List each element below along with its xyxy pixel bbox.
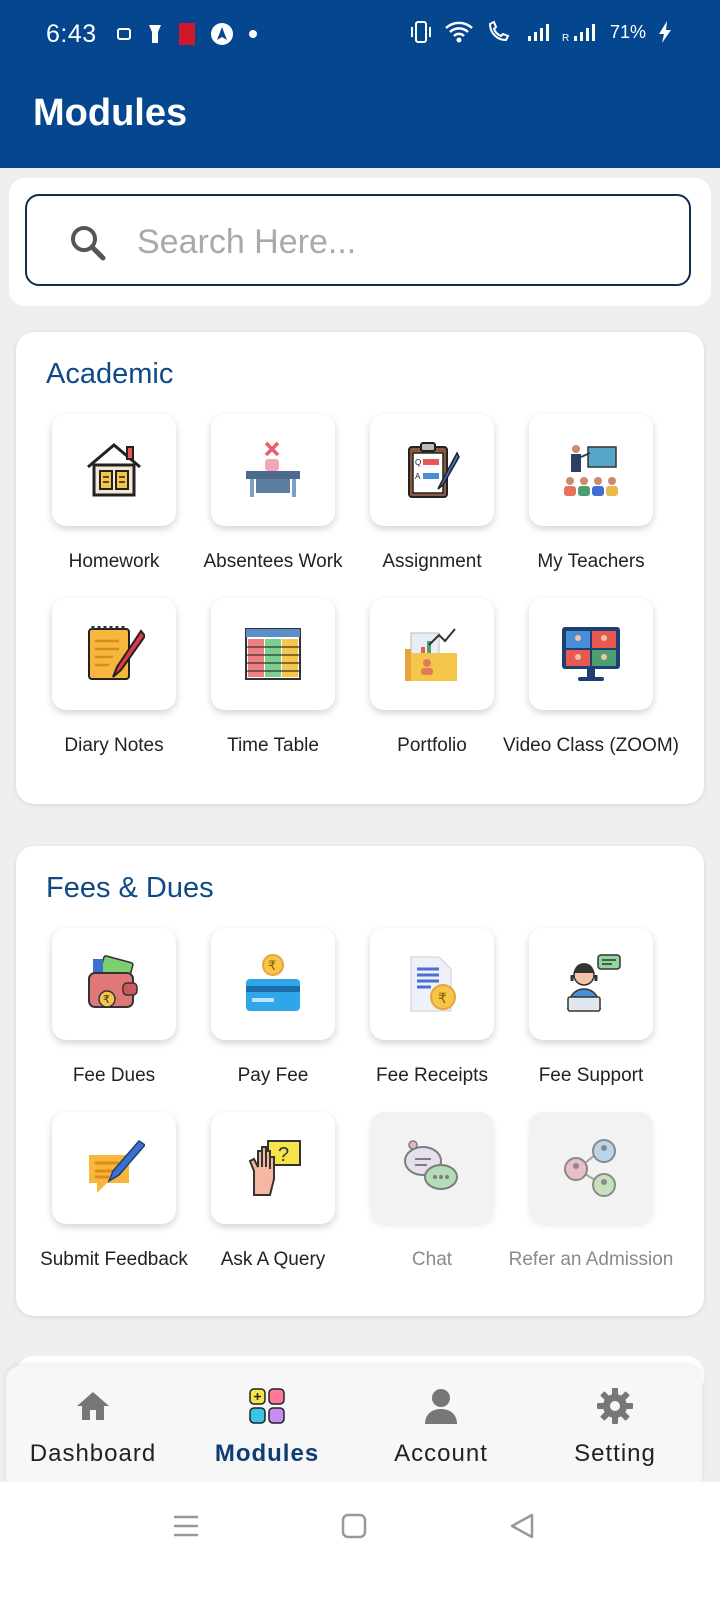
back-icon[interactable] [508, 1512, 536, 1540]
nav-label: Dashboard [29, 1440, 157, 1467]
module-fee-dues[interactable]: ₹ Fee Dues [32, 928, 192, 1118]
charging-icon [659, 21, 671, 43]
module-label: Refer an Admission [508, 1249, 674, 1270]
video-class-icon [562, 627, 620, 681]
homework-icon [87, 443, 141, 497]
module-label: Chat [411, 1249, 453, 1270]
section-academic: Academic Homework Absentees Work Q A Ass… [16, 332, 704, 804]
section-fees-dues: Fees & Dues ₹ Fee Dues ₹ Pay Fee ₹ Fee R… [16, 846, 704, 1316]
module-label: Fee Dues [72, 1065, 156, 1086]
search-card [9, 178, 711, 306]
section-title: Academic [46, 358, 174, 390]
nav-account[interactable]: Account [354, 1366, 528, 1482]
notification-icon [117, 28, 131, 40]
module-submit-feedback[interactable]: Submit Feedback [32, 1112, 192, 1302]
absentees-work-icon [246, 441, 300, 497]
module-label: Pay Fee [237, 1065, 309, 1086]
svg-text:A: A [415, 472, 421, 481]
module-label: Fee Receipts [376, 1065, 488, 1086]
page-title: Modules [33, 92, 188, 134]
module-video-class[interactable]: Video Class (ZOOM) [503, 598, 679, 788]
module-time-table[interactable]: Time Table [191, 598, 351, 788]
module-chat[interactable]: Chat [350, 1112, 510, 1302]
module-label: Homework [68, 551, 160, 572]
search-icon [71, 226, 106, 261]
gear-icon [597, 1388, 633, 1424]
fee-dues-icon: ₹ [88, 955, 138, 1008]
navigation-app-icon [211, 23, 233, 45]
svg-text:R: R [562, 33, 569, 42]
portfolio-icon [405, 628, 457, 681]
home-icon [77, 1392, 109, 1420]
nav-label: Modules [214, 1440, 320, 1467]
module-label: Submit Feedback [40, 1249, 188, 1270]
module-label: Video Class (ZOOM) [503, 735, 679, 756]
nav-label: Account [394, 1440, 488, 1467]
module-refer-admission[interactable]: Refer an Admission [509, 1112, 673, 1302]
signal-icon [527, 24, 549, 41]
teachers-icon [564, 445, 618, 496]
refer-icon [564, 1139, 616, 1197]
module-my-teachers[interactable]: My Teachers [509, 414, 669, 604]
section-title: Fees & Dues [46, 872, 214, 904]
module-portfolio[interactable]: Portfolio [350, 598, 510, 788]
svg-text:?: ? [278, 1144, 289, 1166]
module-label: Absentees Work [203, 551, 343, 572]
nav-modules[interactable]: Modules [180, 1366, 354, 1482]
module-fee-support[interactable]: Fee Support [509, 928, 669, 1118]
nav-label: Setting [574, 1440, 656, 1467]
module-pay-fee[interactable]: ₹ Pay Fee [191, 928, 351, 1118]
nav-setting[interactable]: Setting [528, 1366, 702, 1482]
svg-text:₹: ₹ [438, 991, 447, 1007]
module-label: Fee Support [538, 1065, 644, 1086]
module-label: Ask A Query [220, 1249, 326, 1270]
svg-text:₹: ₹ [103, 993, 110, 1006]
feedback-icon [89, 1140, 145, 1193]
module-label: Assignment [382, 551, 482, 572]
svg-text:₹: ₹ [268, 959, 276, 974]
vibrate-icon [410, 21, 431, 43]
flashlight-icon [149, 25, 161, 43]
module-label: Portfolio [397, 735, 467, 756]
wifi-call-icon [488, 20, 510, 42]
fee-support-icon [567, 954, 621, 1012]
module-fee-receipts[interactable]: ₹ Fee Receipts [350, 928, 510, 1118]
person-icon [425, 1389, 457, 1424]
assignment-icon: Q A [408, 442, 460, 498]
search-box[interactable] [25, 194, 691, 286]
system-nav-bar [0, 1482, 720, 1600]
module-diary-notes[interactable]: Diary Notes [32, 598, 192, 788]
query-icon: ? [248, 1140, 301, 1196]
signal-roaming-icon: R [562, 24, 595, 42]
module-label: Time Table [227, 735, 319, 756]
module-assignment[interactable]: Q A Assignment [350, 414, 510, 604]
module-label: Diary Notes [64, 735, 164, 756]
status-bar: 6:43 R 71% [0, 0, 720, 72]
bottom-nav: Dashboard Modules Account Setting [6, 1366, 702, 1482]
wifi-icon [445, 21, 473, 43]
svg-text:Q: Q [415, 458, 421, 467]
module-absentees-work[interactable]: Absentees Work [191, 414, 351, 604]
nav-dashboard[interactable]: Dashboard [6, 1366, 180, 1482]
app-header: 6:43 R 71% Modules [0, 0, 720, 168]
fee-receipts-icon: ₹ [410, 956, 456, 1012]
status-time: 6:43 [46, 20, 97, 48]
diary-notes-icon [88, 626, 145, 680]
battery-percent: 71% [609, 21, 646, 42]
recent-apps-icon[interactable] [172, 1512, 200, 1540]
time-table-icon [245, 628, 301, 680]
module-ask-a-query[interactable]: ? Ask A Query [191, 1112, 351, 1302]
module-homework[interactable]: Homework [32, 414, 192, 604]
search-input[interactable] [135, 216, 659, 268]
module-label: My Teachers [537, 551, 645, 572]
dot-icon [249, 30, 257, 38]
home-button-icon[interactable] [340, 1512, 368, 1540]
pay-fee-icon: ₹ [246, 954, 300, 1011]
modules-icon [249, 1388, 285, 1424]
chat-icon [404, 1140, 458, 1190]
app-notification-icon [179, 23, 195, 45]
